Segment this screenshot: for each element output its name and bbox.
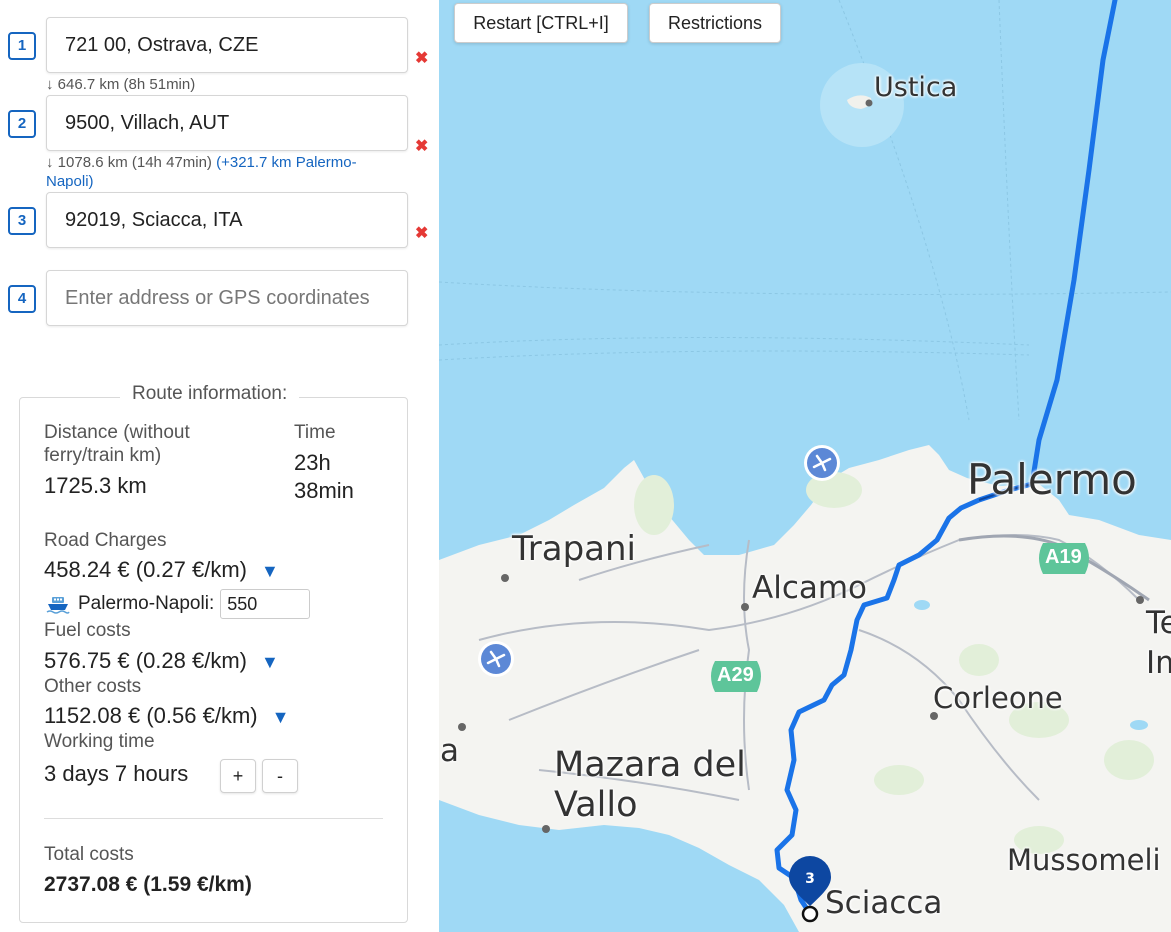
- time-value: 23h 38min: [294, 449, 354, 505]
- road-charges-value: 458.24 € (0.27 €/km): [44, 557, 248, 582]
- working-time-decrease-button[interactable]: -: [262, 759, 298, 793]
- city-partial-im: Im: [1146, 645, 1171, 681]
- waypoint-3-number: 3: [8, 207, 36, 235]
- other-costs-value: 1152.08 € (0.56 €/km): [44, 703, 258, 728]
- waypoint-2-delete-icon[interactable]: ✖: [415, 136, 428, 156]
- airport-icon: [804, 445, 840, 481]
- time-value-minutes: 38min: [294, 478, 354, 503]
- road-charges-label: Road Charges: [44, 530, 167, 551]
- time-label: Time: [294, 422, 336, 443]
- other-costs-row: 1152.08 € (0.56 €/km) ▼: [44, 702, 289, 731]
- road-charges-row: 458.24 € (0.27 €/km) ▼: [44, 556, 279, 585]
- divider: [44, 818, 383, 819]
- city-partial-a: a: [440, 733, 459, 769]
- distance-label-line1: Distance (without: [44, 422, 190, 443]
- ferry-label: Palermo-Napoli:: [78, 593, 215, 614]
- restrictions-button[interactable]: Restrictions: [649, 3, 781, 43]
- waypoint-2-input[interactable]: 9500, Villach, AUT: [46, 95, 408, 151]
- airport-icon: [478, 641, 514, 677]
- waypoint-1-delete-icon[interactable]: ✖: [415, 48, 428, 68]
- road-label-a19: A19: [1045, 546, 1082, 568]
- city-mazara-line1: Mazara del: [554, 745, 746, 785]
- distance-label-line2: ferry/train km): [44, 445, 162, 466]
- waypoint-1-input[interactable]: 721 00, Ostrava, CZE: [46, 17, 408, 73]
- city-ustica: Ustica: [874, 72, 958, 103]
- route-planner-panel: 1 721 00, Ostrava, CZE ✖ ↓ 646.7 km (8h …: [0, 0, 438, 932]
- segment-2-ferry-distance: (+321.7 km Palermo-: [216, 154, 357, 171]
- road-charges-expand-icon[interactable]: ▼: [261, 561, 279, 581]
- road-label-a29: A29: [717, 664, 754, 686]
- distance-label: Distance (without ferry/train km): [44, 421, 190, 467]
- waypoint-1-number: 1: [8, 32, 36, 60]
- city-mazara-line2: Vallo: [554, 785, 638, 825]
- working-time-increase-button[interactable]: +: [220, 759, 256, 793]
- total-costs-label: Total costs: [44, 844, 134, 865]
- segment-2-info: ↓ 1078.6 km (14h 47min) (+321.7 km Paler…: [46, 153, 357, 191]
- other-costs-expand-icon[interactable]: ▼: [272, 707, 290, 727]
- city-sciacca: Sciacca: [825, 885, 943, 921]
- waypoint-3-input[interactable]: 92019, Sciacca, ITA: [46, 192, 408, 248]
- working-time-label: Working time: [44, 731, 155, 752]
- fuel-costs-value: 576.75 € (0.28 €/km): [44, 648, 248, 673]
- restart-button[interactable]: Restart [CTRL+I]: [454, 3, 628, 43]
- city-alcamo: Alcamo: [752, 570, 868, 606]
- waypoint-3-delete-icon[interactable]: ✖: [415, 223, 428, 243]
- fuel-costs-row: 576.75 € (0.28 €/km) ▼: [44, 647, 279, 676]
- segment-2-ferry-distance-cont: Napoli): [46, 173, 94, 190]
- segment-1-info: ↓ 646.7 km (8h 51min): [46, 76, 196, 93]
- distance-value: 1725.3 km: [44, 473, 147, 498]
- fuel-costs-label: Fuel costs: [44, 620, 131, 641]
- segment-2-distance: ↓ 1078.6 km (14h 47min): [46, 154, 212, 171]
- map-view[interactable]: Restart [CTRL+I] Restrictions 3 Ustica P…: [439, 0, 1171, 932]
- ferry-cost-input[interactable]: [220, 589, 311, 619]
- total-costs-value: 2737.08 € (1.59 €/km): [44, 873, 252, 896]
- other-costs-label: Other costs: [44, 676, 142, 697]
- waypoint-4-input[interactable]: Enter address or GPS coordinates: [46, 270, 408, 326]
- fuel-costs-expand-icon[interactable]: ▼: [261, 652, 279, 672]
- waypoint-2-number: 2: [8, 110, 36, 138]
- city-palermo: Palermo: [967, 455, 1137, 504]
- ferry-cost-row: Palermo-Napoli:: [46, 589, 311, 619]
- waypoint-4-number: 4: [8, 285, 36, 313]
- city-mussomeli: Mussomeli: [1007, 843, 1161, 877]
- city-termini-partial: Te: [1146, 605, 1171, 641]
- city-mazara-del-vallo: Mazara del Vallo: [554, 745, 746, 825]
- marker-number: 3: [805, 871, 815, 887]
- city-corleone: Corleone: [933, 681, 1063, 715]
- route-information-title: Route information:: [120, 383, 300, 405]
- working-time-value: 3 days 7 hours: [44, 761, 189, 786]
- time-value-hours: 23h: [294, 450, 331, 475]
- ferry-icon: [46, 597, 70, 614]
- city-trapani: Trapani: [512, 529, 636, 569]
